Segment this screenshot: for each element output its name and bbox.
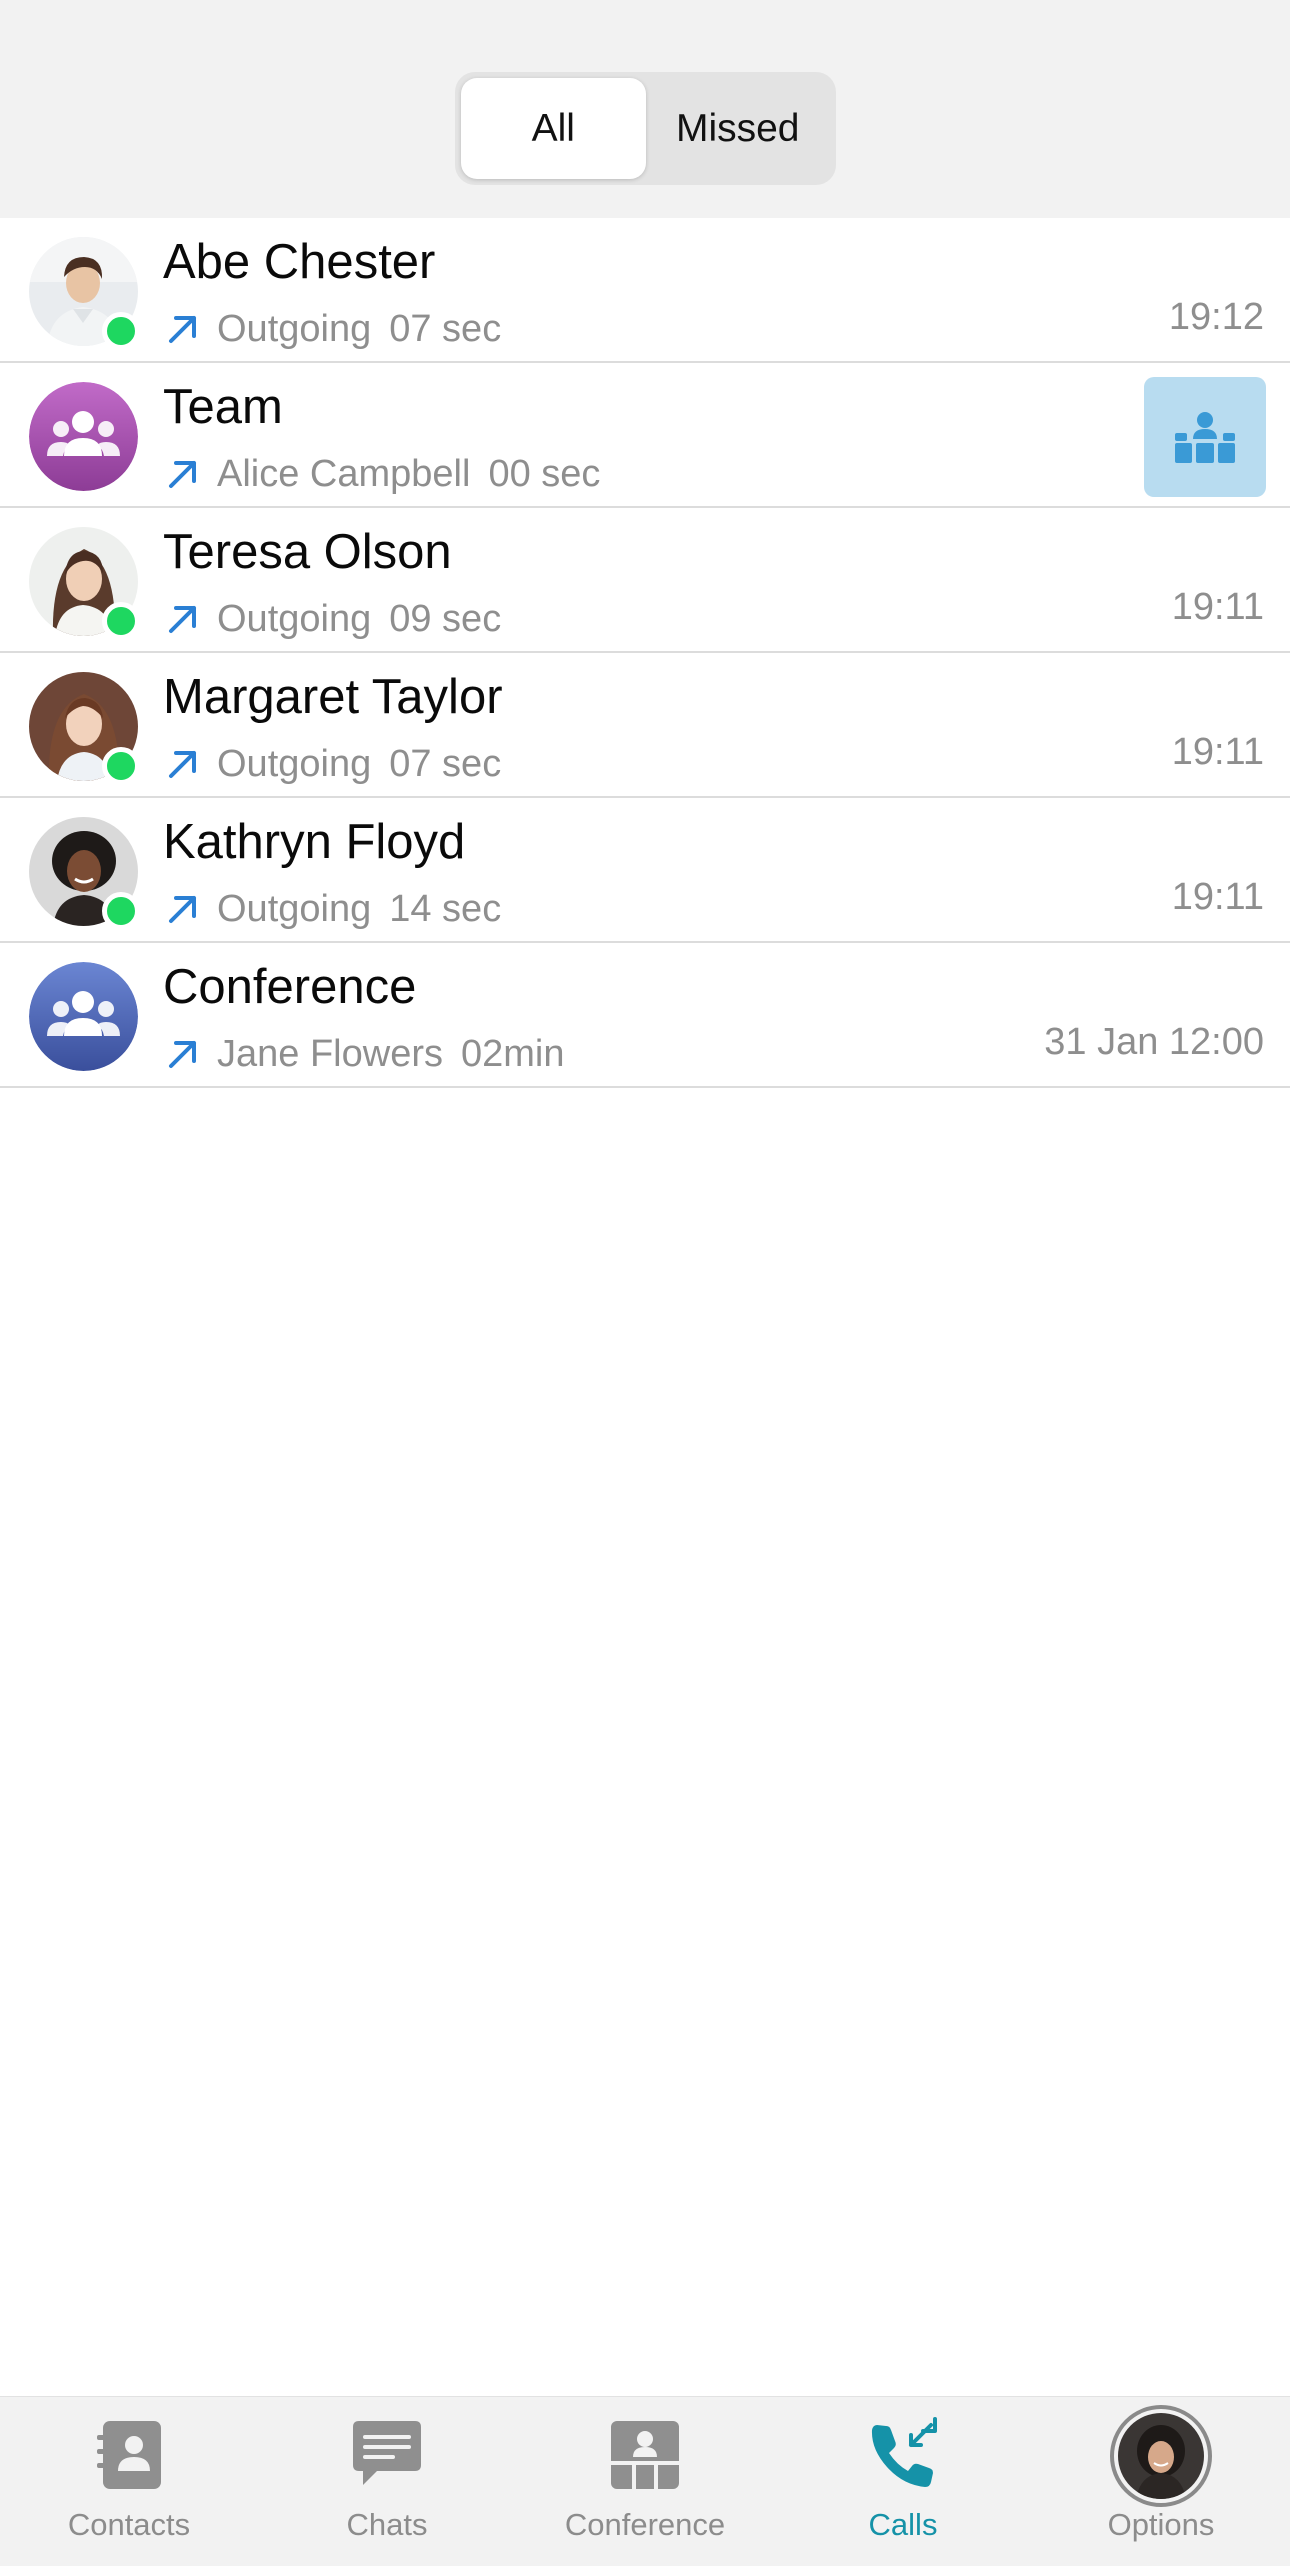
call-history-list: Abe Chester Outgoing 07 sec 19:12 Team A… <box>0 218 1290 1088</box>
call-direction: Outgoing <box>217 887 372 930</box>
tab-label: Chats <box>346 2507 428 2542</box>
call-duration: 07 sec <box>389 742 502 785</box>
call-details: Jane Flowers 02min <box>163 1029 564 1079</box>
outgoing-call-arrow-icon <box>169 896 196 923</box>
call-duration: 00 sec <box>488 452 601 495</box>
online-status-indicator <box>102 602 140 640</box>
call-direction: Outgoing <box>217 307 372 350</box>
call-direction: Outgoing <box>217 742 372 785</box>
filter-missed-tab[interactable]: Missed <box>646 78 831 179</box>
call-row[interactable]: Abe Chester Outgoing 07 sec 19:12 <box>0 218 1290 363</box>
contacts-icon <box>97 2421 161 2489</box>
conference-icon <box>1175 412 1235 463</box>
tab-options[interactable]: Options <box>1032 2397 1290 2566</box>
contact-name: Conference <box>163 960 417 1014</box>
tab-contacts[interactable]: Contacts <box>0 2397 258 2566</box>
call-participant: Alice Campbell <box>217 452 471 495</box>
call-participant: Jane Flowers <box>217 1032 443 1075</box>
call-details: Outgoing 14 sec <box>163 884 501 934</box>
outgoing-call-arrow-icon <box>169 461 196 488</box>
call-duration: 09 sec <box>389 597 502 640</box>
call-duration: 14 sec <box>389 887 502 930</box>
app-root: All Missed Abe Chester Outgoing 07 sec 1… <box>0 0 1290 2566</box>
chat-bubble-icon <box>353 2421 421 2485</box>
outgoing-call-arrow-icon <box>169 606 196 633</box>
call-duration: 02min <box>460 1032 565 1075</box>
profile-avatar <box>1110 2405 1212 2507</box>
tab-label: Options <box>1107 2507 1215 2542</box>
call-details: Alice Campbell 00 sec <box>163 449 600 499</box>
outgoing-call-arrow-icon <box>169 1041 196 1068</box>
outgoing-call-arrow-icon <box>169 316 196 343</box>
tab-label: Conference <box>564 2507 726 2542</box>
bottom-tab-bar: Contacts Chats Conference Calls Options <box>0 2396 1290 2566</box>
call-details: Outgoing 07 sec <box>163 304 501 354</box>
call-row[interactable]: Kathryn Floyd Outgoing 14 sec 19:11 <box>0 798 1290 943</box>
contact-name: Margaret Taylor <box>163 670 503 724</box>
tab-label: Contacts <box>67 2507 191 2542</box>
call-time: 19:11 <box>1171 876 1264 918</box>
contact-name: Kathryn Floyd <box>163 815 466 869</box>
tab-label: Calls <box>868 2507 938 2542</box>
call-row[interactable]: Teresa Olson Outgoing 09 sec 19:11 <box>0 508 1290 653</box>
outgoing-call-arrow-icon <box>169 751 196 778</box>
call-direction: Outgoing <box>217 597 372 640</box>
call-time: 19:11 <box>1171 731 1264 773</box>
contact-name: Abe Chester <box>163 235 436 289</box>
phone-calls-icon <box>871 2417 937 2487</box>
contact-name: Teresa Olson <box>163 525 452 579</box>
online-status-indicator <box>102 312 140 350</box>
contact-name: Team <box>163 380 283 434</box>
call-row[interactable]: Margaret Taylor Outgoing 07 sec 19:11 <box>0 653 1290 798</box>
calls-header: All Missed <box>0 0 1290 218</box>
tab-conference[interactable]: Conference <box>516 2397 774 2566</box>
call-row[interactable]: Team Alice Campbell 00 sec <box>0 363 1290 508</box>
call-time: 19:12 <box>1168 296 1264 338</box>
online-status-indicator <box>102 747 140 785</box>
online-status-indicator <box>102 892 140 930</box>
call-row[interactable]: Conference Jane Flowers 02min 31 Jan 12:… <box>0 943 1290 1088</box>
call-time: 19:11 <box>1171 586 1264 628</box>
group-avatar <box>29 382 138 491</box>
call-duration: 07 sec <box>389 307 502 350</box>
call-time: 31 Jan 12:00 <box>1044 1021 1264 1063</box>
tab-calls[interactable]: Calls <box>774 2397 1032 2566</box>
call-filter-segmented-control: All Missed <box>455 72 836 185</box>
filter-all-tab[interactable]: All <box>461 78 646 179</box>
call-details: Outgoing 09 sec <box>163 594 501 644</box>
conference-icon <box>611 2421 679 2489</box>
join-conference-button[interactable] <box>1144 377 1266 497</box>
call-details: Outgoing 07 sec <box>163 739 501 789</box>
group-avatar <box>29 962 138 1071</box>
tab-chats[interactable]: Chats <box>258 2397 516 2566</box>
